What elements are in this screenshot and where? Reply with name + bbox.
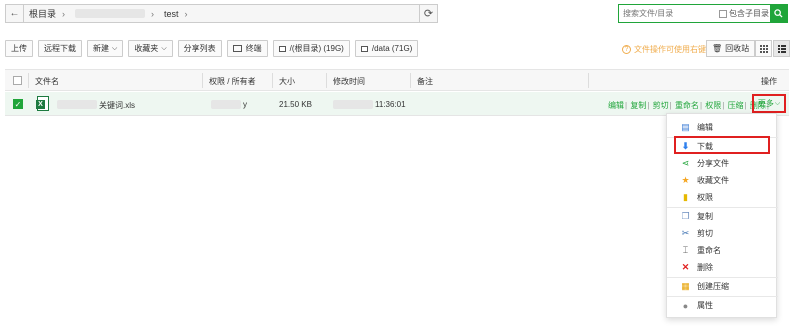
list-icon	[777, 44, 786, 53]
checkbox-box	[719, 9, 727, 18]
include-subdir-checkbox[interactable]: 包含子目录	[719, 8, 769, 19]
share-icon: ⋖	[681, 158, 690, 168]
search-input[interactable]	[619, 5, 719, 22]
action-copy[interactable]: 复制	[630, 101, 646, 110]
file-owner: y	[243, 100, 247, 109]
action-permission[interactable]: 权限	[705, 101, 721, 110]
row-actions: 编辑| 复制| 剪切| 重命名| 权限| 压缩| 删除|	[608, 101, 769, 110]
menu-item-rename[interactable]: ⌶ 重命名	[667, 242, 778, 259]
edit-icon: ▤	[681, 122, 690, 132]
archive-icon: ▦	[681, 281, 690, 291]
favorites-button[interactable]: 收藏夹 ⌵	[128, 40, 173, 57]
menu-item-favorite[interactable]: ★ 收藏文件	[667, 172, 778, 189]
action-cut[interactable]: 剪切	[653, 101, 669, 110]
chevron-right-icon: ›	[151, 8, 155, 19]
search-button[interactable]	[770, 5, 787, 22]
share-list-button[interactable]: 分享列表	[177, 40, 222, 57]
scissors-icon: ✂	[681, 228, 690, 238]
chevron-down-icon: ⌵	[112, 44, 118, 52]
trash-icon: 🗑	[712, 44, 723, 53]
redacted-path-segment	[75, 9, 146, 18]
star-icon: ★	[681, 175, 690, 185]
context-menu-hint: ? 文件操作可使用右键	[622, 44, 706, 55]
action-rename[interactable]: 重命名	[675, 101, 699, 110]
terminal-icon	[232, 45, 242, 52]
col-ops: 操作	[761, 77, 777, 86]
grid-view-button[interactable]	[755, 40, 772, 57]
back-button[interactable]: ←	[6, 5, 24, 22]
menu-item-copy[interactable]: ❐ 复制	[667, 208, 778, 225]
download-highlight-box	[674, 136, 770, 154]
arrow-left-icon: ←	[9, 8, 20, 19]
disk-root-button[interactable]: /(根目录) (19G)	[272, 40, 350, 57]
col-filename[interactable]: 文件名	[35, 76, 59, 87]
menu-item-edit[interactable]: ▤ 编辑	[667, 119, 778, 136]
properties-icon: ●	[682, 300, 689, 311]
action-compress[interactable]: 压缩	[728, 101, 744, 110]
chevron-down-icon: ⌵	[774, 99, 781, 107]
action-edit[interactable]: 编辑	[608, 101, 624, 110]
breadcrumb-current[interactable]: test ›	[159, 5, 193, 22]
redacted-filename-prefix	[57, 100, 97, 109]
select-all-checkbox[interactable]	[13, 76, 22, 85]
col-permission[interactable]: 权限 / 所有者	[209, 76, 256, 87]
menu-item-cut[interactable]: ✂ 剪切	[667, 225, 778, 242]
col-size[interactable]: 大小	[279, 76, 295, 87]
search-icon	[774, 9, 783, 18]
file-size: 21.50 KB	[279, 100, 312, 109]
breadcrumb-root[interactable]: 根目录 ›	[24, 5, 70, 22]
new-button[interactable]: 新建 ⌵	[87, 40, 124, 57]
recycle-bin-button[interactable]: 🗑 回收站	[706, 40, 756, 57]
chevron-right-icon: ›	[184, 8, 188, 19]
refresh-button[interactable]: ⟳	[419, 5, 437, 22]
permission-icon: ▮	[683, 192, 688, 202]
col-remark: 备注	[417, 77, 433, 86]
toolbar: 上传 远程下载 新建 ⌵ 收藏夹 ⌵ 分享列表 终端 /(根目录) (19G) /d…	[5, 40, 423, 57]
list-view-button[interactable]	[773, 40, 790, 57]
rename-icon: ⌶	[682, 245, 689, 255]
breadcrumb-middle[interactable]: ›	[70, 5, 159, 22]
path-bar: ← 根目录 › › test › ⟳	[5, 4, 438, 23]
upload-button[interactable]: 上传	[5, 40, 33, 57]
chevron-right-icon: ›	[62, 8, 66, 19]
menu-item-compress[interactable]: ▦ 创建压缩	[667, 278, 778, 295]
question-icon: ?	[622, 45, 631, 54]
remote-download-button[interactable]: 远程下载	[38, 40, 82, 57]
file-name[interactable]: 关键词.xls	[99, 100, 135, 111]
more-button[interactable]: 更多 ⌵	[752, 94, 786, 113]
search-box: 包含子目录	[618, 4, 788, 23]
table-header: 文件名 权限 / 所有者 大小 修改时间 备注 操作	[5, 69, 789, 91]
delete-icon: ✕	[681, 262, 690, 272]
copy-icon: ❐	[681, 211, 690, 221]
menu-item-permission[interactable]: ▮ 权限	[667, 189, 778, 206]
grid-icon	[759, 44, 768, 53]
menu-item-delete[interactable]: ✕ 删除	[667, 259, 778, 276]
breadcrumb-root-label: 根目录	[29, 9, 57, 19]
redacted-date	[333, 100, 373, 109]
redacted-permission	[211, 100, 241, 109]
breadcrumb-current-label: test	[164, 8, 179, 19]
menu-item-properties[interactable]: ● 属性	[667, 297, 778, 314]
col-modified[interactable]: 修改时间	[333, 76, 365, 87]
row-checkbox[interactable]: ✓	[13, 99, 23, 109]
refresh-icon: ⟳	[423, 8, 434, 20]
excel-file-icon: X	[36, 96, 49, 111]
chevron-down-icon: ⌵	[161, 44, 167, 52]
file-modified: 11:36:01	[375, 100, 406, 109]
terminal-button[interactable]: 终端	[226, 40, 268, 57]
disk-icon	[278, 45, 286, 52]
disk-icon	[360, 45, 368, 52]
menu-item-share[interactable]: ⋖ 分享文件	[667, 155, 778, 172]
disk-data-button[interactable]: /data (71G)	[354, 40, 419, 57]
